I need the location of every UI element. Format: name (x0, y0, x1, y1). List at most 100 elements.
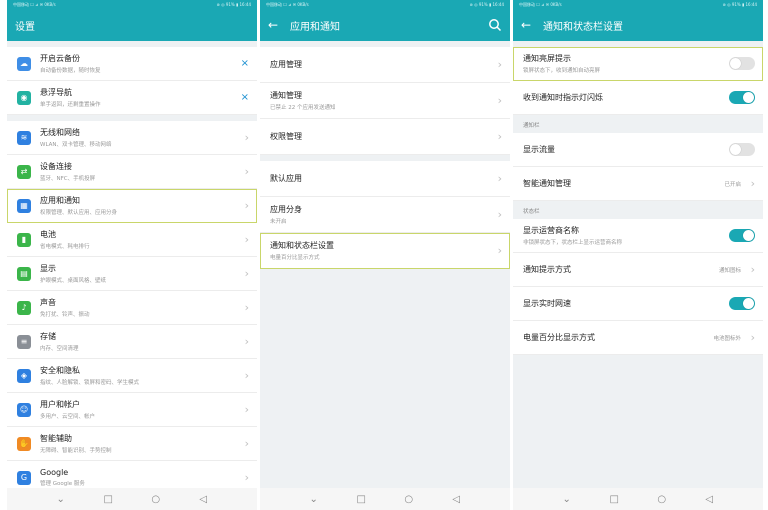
item-subtitle: 指纹、人脸解锁、锁屏和密码、学生模式 (40, 380, 140, 386)
chevron-right-icon: › (497, 244, 502, 257)
home-nav-icon[interactable]: □ (353, 494, 369, 505)
settings-item[interactable]: ✋ 智能辅助 无障碍、智能识别、手势控制 › (7, 427, 257, 461)
close-icon[interactable]: × (237, 92, 249, 103)
settings-item[interactable]: ☁ 开启云备份 自动备份数据，随时恢复 × (7, 47, 257, 81)
chevron-right-icon: › (244, 403, 249, 416)
notify-style-row[interactable]: 通知提示方式 通知图标 › (513, 253, 763, 287)
settings-item[interactable]: 默认应用 › (260, 161, 510, 197)
settings-item[interactable]: 应用管理 › (260, 47, 510, 83)
chevron-right-icon: › (497, 94, 502, 107)
row-subtitle: 非锁屏状态下，状态栏上显示运营商名称 (523, 240, 623, 246)
chevron-right-icon: › (244, 369, 249, 382)
status-bar: 中国移动 ☐ ⊿ ✉ 0KB/s ⊛ ◎ 91% ▮ 16:44 (513, 0, 763, 9)
settings-group: 显示流量 智能通知管理 已开启 › (513, 133, 763, 201)
home-nav-icon[interactable]: □ (606, 494, 622, 505)
settings-item[interactable]: ≋ 无线和网络 WLAN、双卡管理、移动网络 › (7, 121, 257, 155)
led-blink-row[interactable]: 收到通知时指示灯闪烁 (513, 81, 763, 115)
chevron-right-icon: › (244, 199, 249, 212)
home-nav-icon[interactable]: □ (100, 494, 116, 505)
nav-bar: ⌄ □ ○ ◁ (513, 488, 763, 510)
chevron-right-icon: › (750, 263, 755, 276)
back-nav-icon[interactable]: ⌄ (559, 494, 575, 505)
notification-settings-list: 通知亮屏提示 锁屏状态下，收到通知自动亮屏 收到通知时指示灯闪烁 通知栏 显示流… (513, 41, 763, 488)
suggestion-group: ☁ 开启云备份 自动备份数据，随时恢复 × ◉ 悬浮导航 单手返回，还剩重置操作 × (7, 47, 257, 115)
network-speed-row[interactable]: 显示实时网速 (513, 287, 763, 321)
menu-nav-icon[interactable]: ◁ (448, 494, 464, 505)
back-nav-icon[interactable]: ⌄ (53, 494, 69, 505)
smart-notify-row[interactable]: 智能通知管理 已开启 › (513, 167, 763, 201)
item-title: 通知管理 (270, 91, 302, 100)
security-icon: ◈ (17, 368, 31, 383)
item-title: 设备连接 (40, 162, 72, 171)
item-subtitle: 电量百分比显示方式 (270, 255, 320, 261)
settings-item[interactable]: ⇄ 设备连接蓝牙、NFC、手机投屏 › (7, 155, 257, 189)
item-title: 默认应用 (270, 174, 302, 183)
settings-item[interactable]: ▦ 应用和通知权限管理、默认应用、应用分身 › (7, 189, 257, 223)
recent-nav-icon[interactable]: ○ (401, 494, 417, 505)
user-icon: ☺ (17, 402, 31, 417)
item-title: 权限管理 (270, 132, 302, 141)
apps-icon: ▦ (17, 198, 31, 213)
back-arrow-icon[interactable]: ← (521, 18, 537, 32)
toggle-knob (743, 92, 754, 103)
item-subtitle: 权限管理、默认应用、应用分身 (40, 210, 118, 216)
settings-item[interactable]: ◉ 悬浮导航 单手返回，还剩重置操作 × (7, 81, 257, 115)
item-title: 声音 (40, 298, 56, 307)
recent-nav-icon[interactable]: ○ (148, 494, 164, 505)
settings-item[interactable]: ≡ 存储 内存、空间清理 › (7, 325, 257, 359)
item-subtitle: 单手返回，还剩重置操作 (40, 102, 101, 108)
show-traffic-toggle[interactable] (729, 143, 755, 156)
lock-screen-wake-row[interactable]: 通知亮屏提示 锁屏状态下，收到通知自动亮屏 (513, 47, 763, 81)
item-subtitle: 省电模式、耗电排行 (40, 244, 90, 250)
title-bar: 设置 (7, 9, 257, 41)
settings-item[interactable]: G Google 管理 Google 服务 › (7, 461, 257, 488)
item-title: 应用和通知 (40, 196, 80, 205)
section-header-status: 状态栏 (513, 201, 763, 219)
led-blink-toggle[interactable] (729, 91, 755, 104)
item-title: 应用分身 (270, 205, 302, 214)
item-title: 应用管理 (270, 60, 302, 69)
display-icon: ▤ (17, 266, 31, 281)
lock-screen-wake-toggle[interactable] (729, 57, 755, 70)
settings-group: 应用管理 › 通知管理 已禁止 22 个应用发送通知 › 权限管理 › (260, 47, 510, 155)
settings-item[interactable]: ◈ 安全和隐私 指纹、人脸解锁、锁屏和密码、学生模式 › (7, 359, 257, 393)
chevron-right-icon: › (244, 233, 249, 246)
status-right: ⊛ ◎ 91% ▮ 16:44 (469, 2, 504, 7)
item-subtitle: 免打扰、铃声、振动 (40, 312, 90, 318)
phone-screen-settings: 中国移动 ☐ ⊿ ✉ 0KB/s ⊛ ◎ 91% ▮ 16:44 设置 ☁ 开启云… (7, 0, 257, 510)
item-title: 存储 (40, 332, 56, 341)
chevron-right-icon: › (244, 165, 249, 178)
item-title: 开启云备份 (40, 54, 80, 63)
close-icon[interactable]: × (237, 58, 249, 69)
settings-item[interactable]: ♪ 声音 免打扰、铃声、振动 › (7, 291, 257, 325)
settings-group: ≋ 无线和网络 WLAN、双卡管理、移动网络 › ⇄ 设备连接蓝牙、NFC、手机投屏 › ▦ 应… (7, 121, 257, 488)
network-speed-toggle[interactable] (729, 297, 755, 310)
back-nav-icon[interactable]: ⌄ (306, 494, 322, 505)
sound-icon: ♪ (17, 300, 31, 315)
toggle-knob (730, 144, 741, 155)
menu-nav-icon[interactable]: ◁ (701, 494, 717, 505)
device-link-icon: ⇄ (17, 164, 31, 179)
show-traffic-row[interactable]: 显示流量 (513, 133, 763, 167)
settings-item[interactable]: ▤ 显示 护眼模式、桌面风格、壁纸 › (7, 257, 257, 291)
battery-percent-row[interactable]: 电量百分比显示方式 电池图标外 › (513, 321, 763, 355)
row-title: 电量百分比显示方式 (523, 333, 595, 342)
apps-notifications-list: 应用管理 › 通知管理 已禁止 22 个应用发送通知 › 权限管理 › 默认应用 › 应用分身未… (260, 41, 510, 488)
back-arrow-icon[interactable]: ← (268, 18, 284, 32)
page-title: 应用和通知 (290, 21, 340, 33)
assist-icon: ✋ (17, 436, 31, 451)
toggle-knob (743, 298, 754, 309)
search-icon[interactable] (488, 18, 502, 32)
carrier-name-row[interactable]: 显示运营商名称 非锁屏状态下，状态栏上显示运营商名称 (513, 219, 763, 253)
settings-item[interactable]: 通知和状态栏设置 电量百分比显示方式 › (260, 233, 510, 269)
chevron-right-icon: › (750, 177, 755, 190)
settings-item[interactable]: 应用分身 未开启 › (260, 197, 510, 233)
settings-item[interactable]: ☺ 用户和帐户 多用户、云空间、帐户 › (7, 393, 257, 427)
settings-item[interactable]: 权限管理 › (260, 119, 510, 155)
menu-nav-icon[interactable]: ◁ (195, 494, 211, 505)
recent-nav-icon[interactable]: ○ (654, 494, 670, 505)
settings-item[interactable]: ▮ 电池 省电模式、耗电排行 › (7, 223, 257, 257)
item-subtitle: 蓝牙、NFC、手机投屏 (40, 176, 96, 182)
settings-item[interactable]: 通知管理 已禁止 22 个应用发送通知 › (260, 83, 510, 119)
carrier-name-toggle[interactable] (729, 229, 755, 242)
